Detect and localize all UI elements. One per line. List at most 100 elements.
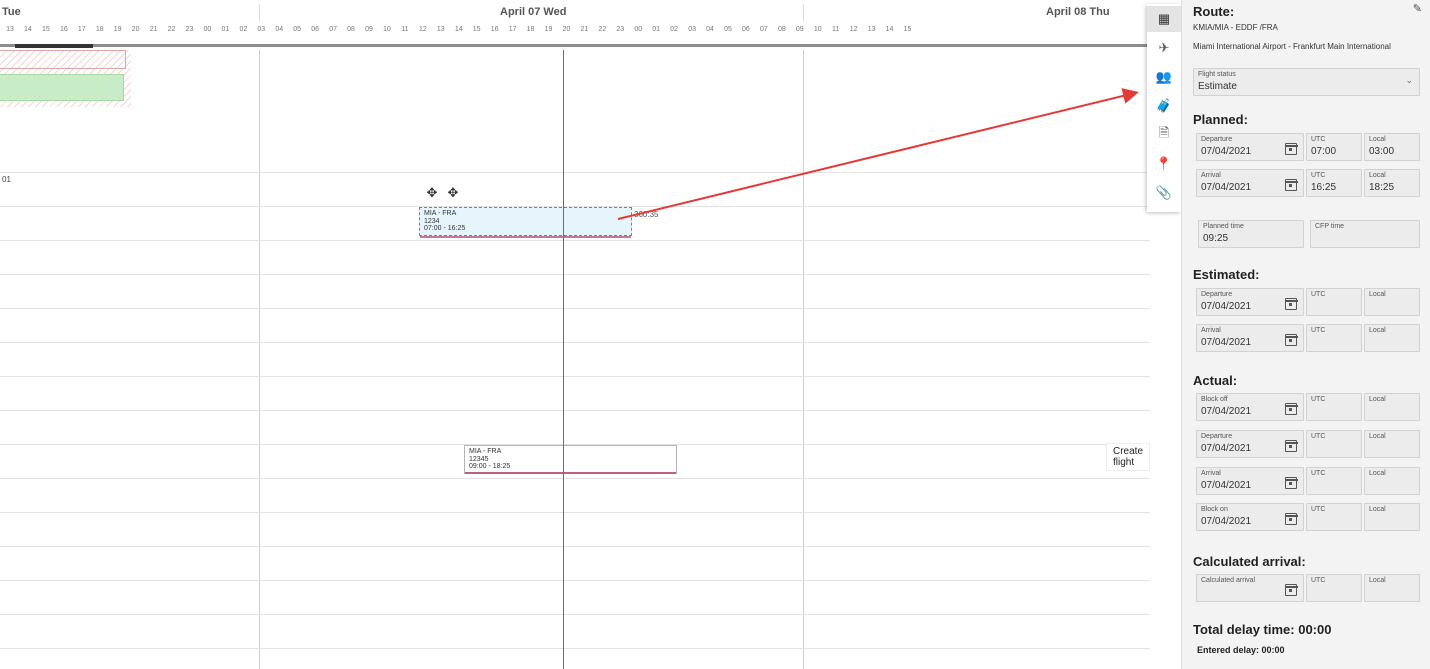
actual-departure-local[interactable]: Local — [1364, 430, 1420, 458]
planned-time-field[interactable]: Planned time 09:25 — [1198, 220, 1304, 248]
move-icon[interactable]: ✥ — [446, 186, 460, 200]
day-gridline — [259, 50, 260, 669]
estimated-departure-utc[interactable]: UTC — [1306, 288, 1362, 316]
flight-route: MIA - FRA — [424, 210, 457, 217]
field-value: 07/04/2021 — [1201, 146, 1252, 157]
field-label: Local — [1369, 136, 1386, 143]
estimated-arrival-utc[interactable]: UTC — [1306, 324, 1362, 352]
calendar-icon[interactable] — [1284, 403, 1298, 415]
actual-block-off-utc[interactable]: UTC — [1306, 393, 1362, 421]
row-gridline — [0, 342, 1150, 343]
hour-tick-label: 13 — [867, 26, 876, 33]
field-label: Departure — [1201, 433, 1233, 440]
entered-delay: Entered delay: 00:00 — [1197, 645, 1285, 655]
calculated-arrival-field[interactable]: Calculated arrival — [1196, 574, 1304, 602]
actual-block-on-local[interactable]: Local — [1364, 503, 1420, 531]
hour-tick-label: 07 — [759, 26, 768, 33]
field-label: UTC — [1311, 577, 1326, 584]
calendar-icon[interactable] — [1284, 143, 1298, 155]
flight-add-icon[interactable]: ✈ — [1147, 35, 1181, 61]
field-label: UTC — [1311, 506, 1326, 513]
calculated-arrival-local[interactable]: Local — [1364, 574, 1420, 602]
actual-block-off-local[interactable]: Local — [1364, 393, 1420, 421]
actual-arrival-utc[interactable]: UTC — [1306, 467, 1362, 495]
flight-status-label: Flight status — [1198, 71, 1236, 78]
flight-route: MIA - FRA — [469, 448, 502, 455]
cfp-time-field[interactable]: CFP time — [1310, 220, 1420, 248]
calendar-icon[interactable] — [1284, 584, 1298, 596]
calendar-icon[interactable] — [1284, 298, 1298, 310]
day-label-apr07: April 07 Wed — [500, 6, 567, 18]
field-value: 07/04/2021 — [1201, 301, 1252, 312]
field-label: Arrival — [1201, 470, 1221, 477]
hour-tick-label: 01 — [221, 26, 230, 33]
actual-block-on-utc[interactable]: UTC — [1306, 503, 1362, 531]
flight-status-select[interactable]: Flight status Estimate ⌄ — [1193, 68, 1420, 96]
hour-tick-label: 14 — [454, 26, 463, 33]
hour-tick-label: 06 — [742, 26, 750, 33]
estimated-arrival-local[interactable]: Local — [1364, 324, 1420, 352]
location-pin-icon[interactable]: 📍 — [1147, 151, 1181, 177]
flight-block[interactable]: MIA - FRA 12345 09:00 - 18:25 — [464, 445, 677, 474]
planned-arrival-date[interactable]: Arrival 07/04/2021 — [1196, 169, 1304, 197]
hour-tick-label: 14 — [885, 26, 894, 33]
document-icon[interactable]: 🗎 — [1147, 122, 1181, 148]
hour-tick-label: 17 — [508, 26, 517, 33]
field-value: 07/04/2021 — [1201, 443, 1252, 454]
field-value: 07/04/2021 — [1201, 480, 1252, 491]
estimated-departure-date[interactable]: Departure 07/04/2021 — [1196, 288, 1304, 316]
actual-arrival-local[interactable]: Local — [1364, 467, 1420, 495]
row-gridline — [0, 240, 1150, 241]
estimated-departure-local[interactable]: Local — [1364, 288, 1420, 316]
calendar-icon[interactable] — [1284, 440, 1298, 452]
hour-tick-label: 10 — [813, 26, 822, 33]
move-icon[interactable]: ✥ — [425, 186, 439, 200]
hour-tick-label: 19 — [113, 26, 122, 33]
calculated-arrival-utc[interactable]: UTC — [1306, 574, 1362, 602]
actual-block-off-date[interactable]: Block off 07/04/2021 — [1196, 393, 1304, 421]
row-gridline — [0, 274, 1150, 275]
hour-tick-label: 21 — [149, 26, 158, 33]
hour-tick-label: 14 — [24, 26, 32, 33]
calendar-icon[interactable] — [1284, 334, 1298, 346]
available-block[interactable] — [0, 74, 124, 101]
planned-arrival-local[interactable]: Local 18:25 — [1364, 169, 1420, 197]
actual-title: Actual: — [1193, 373, 1238, 388]
estimated-arrival-date[interactable]: Arrival 07/04/2021 — [1196, 324, 1304, 352]
flight-block-selected[interactable]: MIA - FRA 1234 07:00 - 16:25 — [419, 207, 632, 238]
hour-tick-label: 22 — [167, 26, 176, 33]
planned-departure-date[interactable]: Departure 07/04/2021 — [1196, 133, 1304, 161]
hour-tick-label: 23 — [185, 26, 194, 33]
attachment-icon[interactable]: 📎 — [1147, 180, 1181, 206]
timeline-scroll-track[interactable] — [0, 44, 1150, 47]
calendar-check-icon[interactable]: ▦ — [1147, 6, 1181, 32]
timeline-gantt[interactable]: Tue April 07 Wed April 08 Thu 13 14 15 16 17… — [0, 0, 1150, 669]
actual-block-on-date[interactable]: Block on 07/04/2021 — [1196, 503, 1304, 531]
flight-time: 09:00 - 18:25 — [469, 463, 511, 470]
luggage-icon[interactable]: 🧳 — [1147, 93, 1181, 119]
crew-icon[interactable]: 👥 — [1147, 64, 1181, 90]
calendar-icon[interactable] — [1284, 477, 1298, 489]
field-value: 03:00 — [1369, 146, 1395, 157]
actual-arrival-date[interactable]: Arrival 07/04/2021 — [1196, 467, 1304, 495]
hour-tick-label: 18 — [95, 26, 104, 33]
pencil-icon[interactable]: ✎ — [1413, 2, 1422, 15]
planned-arrival-utc[interactable]: UTC 16:25 — [1306, 169, 1362, 197]
actual-departure-utc[interactable]: UTC — [1306, 430, 1362, 458]
actual-departure-date[interactable]: Departure 07/04/2021 — [1196, 430, 1304, 458]
hour-tick-label: 11 — [832, 26, 840, 33]
side-toolbar: ▦ ✈ 👥 🧳 🗎 📍 📎 — [1147, 4, 1181, 212]
chevron-down-icon: ⌄ — [1405, 75, 1413, 85]
hour-tick-label: 20 — [131, 26, 140, 33]
hour-tick-label: 07 — [329, 26, 337, 33]
route-names: Miami International Airport - Frankfurt … — [1193, 42, 1391, 51]
create-flight-tooltip: Create flight — [1106, 443, 1150, 471]
hour-tick-label: 08 — [347, 26, 355, 33]
timeline-scroll-thumb[interactable] — [15, 44, 93, 48]
calendar-icon[interactable] — [1284, 513, 1298, 525]
field-label: Local — [1369, 470, 1386, 477]
planned-departure-utc[interactable]: UTC 07:00 — [1306, 133, 1362, 161]
planned-departure-local[interactable]: Local 03:00 — [1364, 133, 1420, 161]
route-codes: KMIA/MIA - EDDF /FRA — [1193, 23, 1278, 32]
calendar-icon[interactable] — [1284, 179, 1298, 191]
